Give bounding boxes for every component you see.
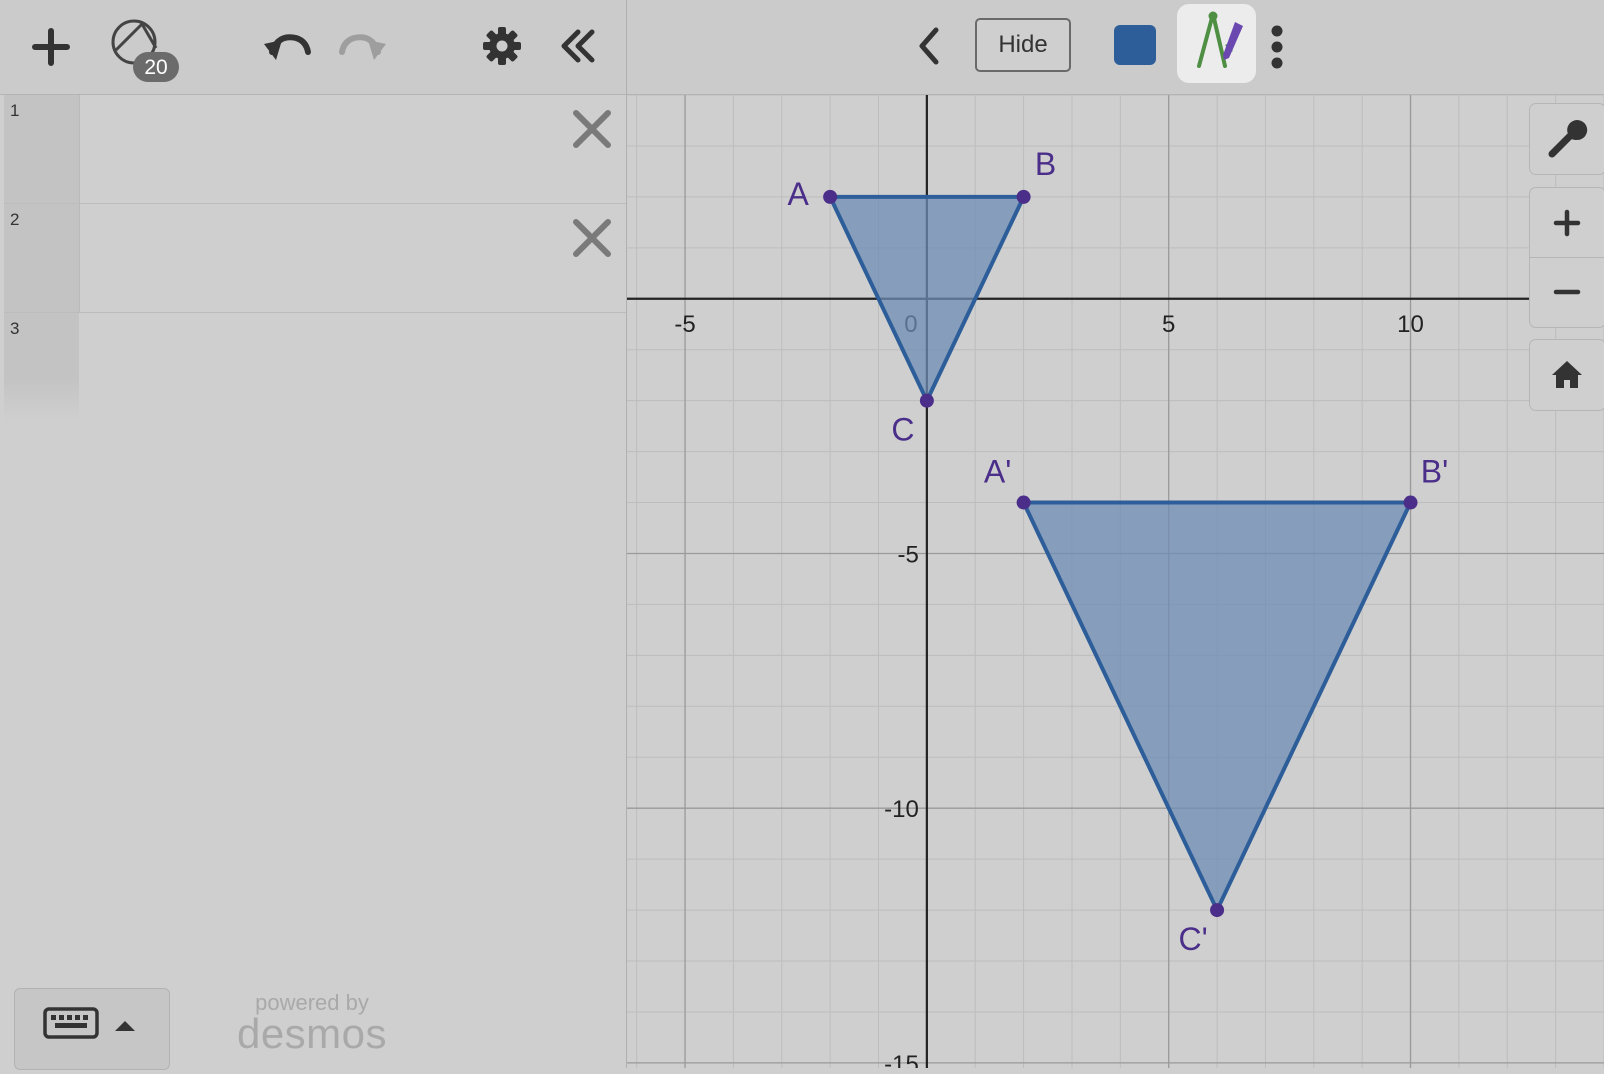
- expression-list: 1 2 3: [4, 95, 626, 421]
- expression-panel: 20 1 2 3 powered by desmos: [0, 0, 626, 1070]
- expression-index-label: 1: [10, 101, 20, 120]
- x-tick-label: 5: [1162, 311, 1175, 338]
- graph-canvas[interactable]: -50510-5-10-15 ABCA'B'C': [627, 95, 1604, 1068]
- graph-toolbar: Hide: [627, 0, 1604, 95]
- geometry-icon: 20: [111, 19, 179, 82]
- redo-icon: [339, 34, 386, 60]
- undo-button[interactable]: [262, 24, 312, 68]
- compass-icon: [1197, 11, 1243, 68]
- expression-row[interactable]: 1: [4, 95, 626, 204]
- zoom-in-icon: [1553, 209, 1581, 237]
- zoom-out-icon: [1553, 289, 1581, 295]
- expression-index-label: 2: [10, 210, 20, 229]
- expression-input[interactable]: [80, 95, 626, 203]
- point-a-prime[interactable]: [1016, 495, 1031, 510]
- expression-row[interactable]: 2: [4, 204, 626, 313]
- plus-icon: [32, 28, 70, 66]
- undo-icon: [264, 34, 311, 60]
- compass-tool-button[interactable]: [1177, 4, 1256, 83]
- more-options-button[interactable]: [1262, 22, 1292, 72]
- close-icon: [573, 219, 611, 257]
- home-icon: [1552, 361, 1582, 388]
- color-swatch[interactable]: [1114, 25, 1156, 65]
- expression-index-label: 3: [10, 319, 20, 338]
- more-icon: [1271, 25, 1283, 69]
- zoom-controls: [1529, 187, 1604, 328]
- chevron-left-icon: [919, 27, 939, 65]
- add-item-button[interactable]: [28, 24, 74, 70]
- y-tick-label: -5: [898, 541, 919, 568]
- point-label: C': [1178, 921, 1207, 957]
- caret-up-icon: [115, 1021, 135, 1031]
- point-c[interactable]: [919, 393, 934, 408]
- y-tick-label: -10: [884, 796, 919, 823]
- keyboard-toggle-button[interactable]: [14, 988, 170, 1070]
- point-label: A': [984, 454, 1011, 490]
- geometry-tools-button[interactable]: 20: [104, 14, 184, 86]
- default-viewport-button[interactable]: [1529, 339, 1604, 411]
- back-button[interactable]: [909, 24, 949, 68]
- expression-index: 1: [4, 95, 80, 203]
- point-label: A: [787, 176, 809, 212]
- expression-input[interactable]: [80, 204, 626, 312]
- point-c-prime[interactable]: [1210, 903, 1225, 918]
- expression-input[interactable]: [80, 313, 626, 421]
- expression-toolbar: 20: [0, 0, 626, 95]
- wrench-icon: [1548, 120, 1588, 158]
- close-icon: [573, 110, 611, 148]
- point-b-prime[interactable]: [1403, 495, 1418, 510]
- zoom-out-button[interactable]: [1530, 258, 1604, 327]
- gear-icon: [483, 27, 521, 65]
- delete-expression-button[interactable]: [572, 218, 612, 258]
- expression-index: 3: [4, 313, 79, 421]
- y-tick-label: -15: [884, 1051, 919, 1068]
- graph-area[interactable]: -50510-5-10-15 ABCA'B'C': [627, 95, 1604, 1068]
- graph-settings-button[interactable]: [1529, 103, 1604, 175]
- shape-count-badge: 20: [144, 56, 167, 79]
- keyboard-icon: [43, 1007, 135, 1039]
- powered-by-desmos: powered by desmos: [232, 990, 392, 1058]
- redo-button[interactable]: [338, 24, 388, 68]
- point-label: C: [891, 412, 914, 448]
- zoom-in-button[interactable]: [1530, 188, 1604, 258]
- settings-button[interactable]: [480, 24, 524, 68]
- collapse-panel-button[interactable]: [556, 24, 600, 68]
- desmos-logo: desmos: [236, 1010, 388, 1057]
- x-tick-label: 10: [1397, 311, 1424, 338]
- point-label: B: [1035, 146, 1056, 182]
- expression-row[interactable]: 3: [4, 313, 626, 421]
- expression-index: 2: [4, 204, 80, 312]
- collapse-icon: [561, 29, 595, 63]
- delete-expression-button[interactable]: [572, 109, 612, 149]
- point-label: B': [1421, 454, 1448, 490]
- x-tick-label: -5: [674, 311, 695, 338]
- point-a[interactable]: [823, 189, 838, 204]
- hide-button[interactable]: Hide: [975, 18, 1071, 72]
- point-b[interactable]: [1016, 189, 1031, 204]
